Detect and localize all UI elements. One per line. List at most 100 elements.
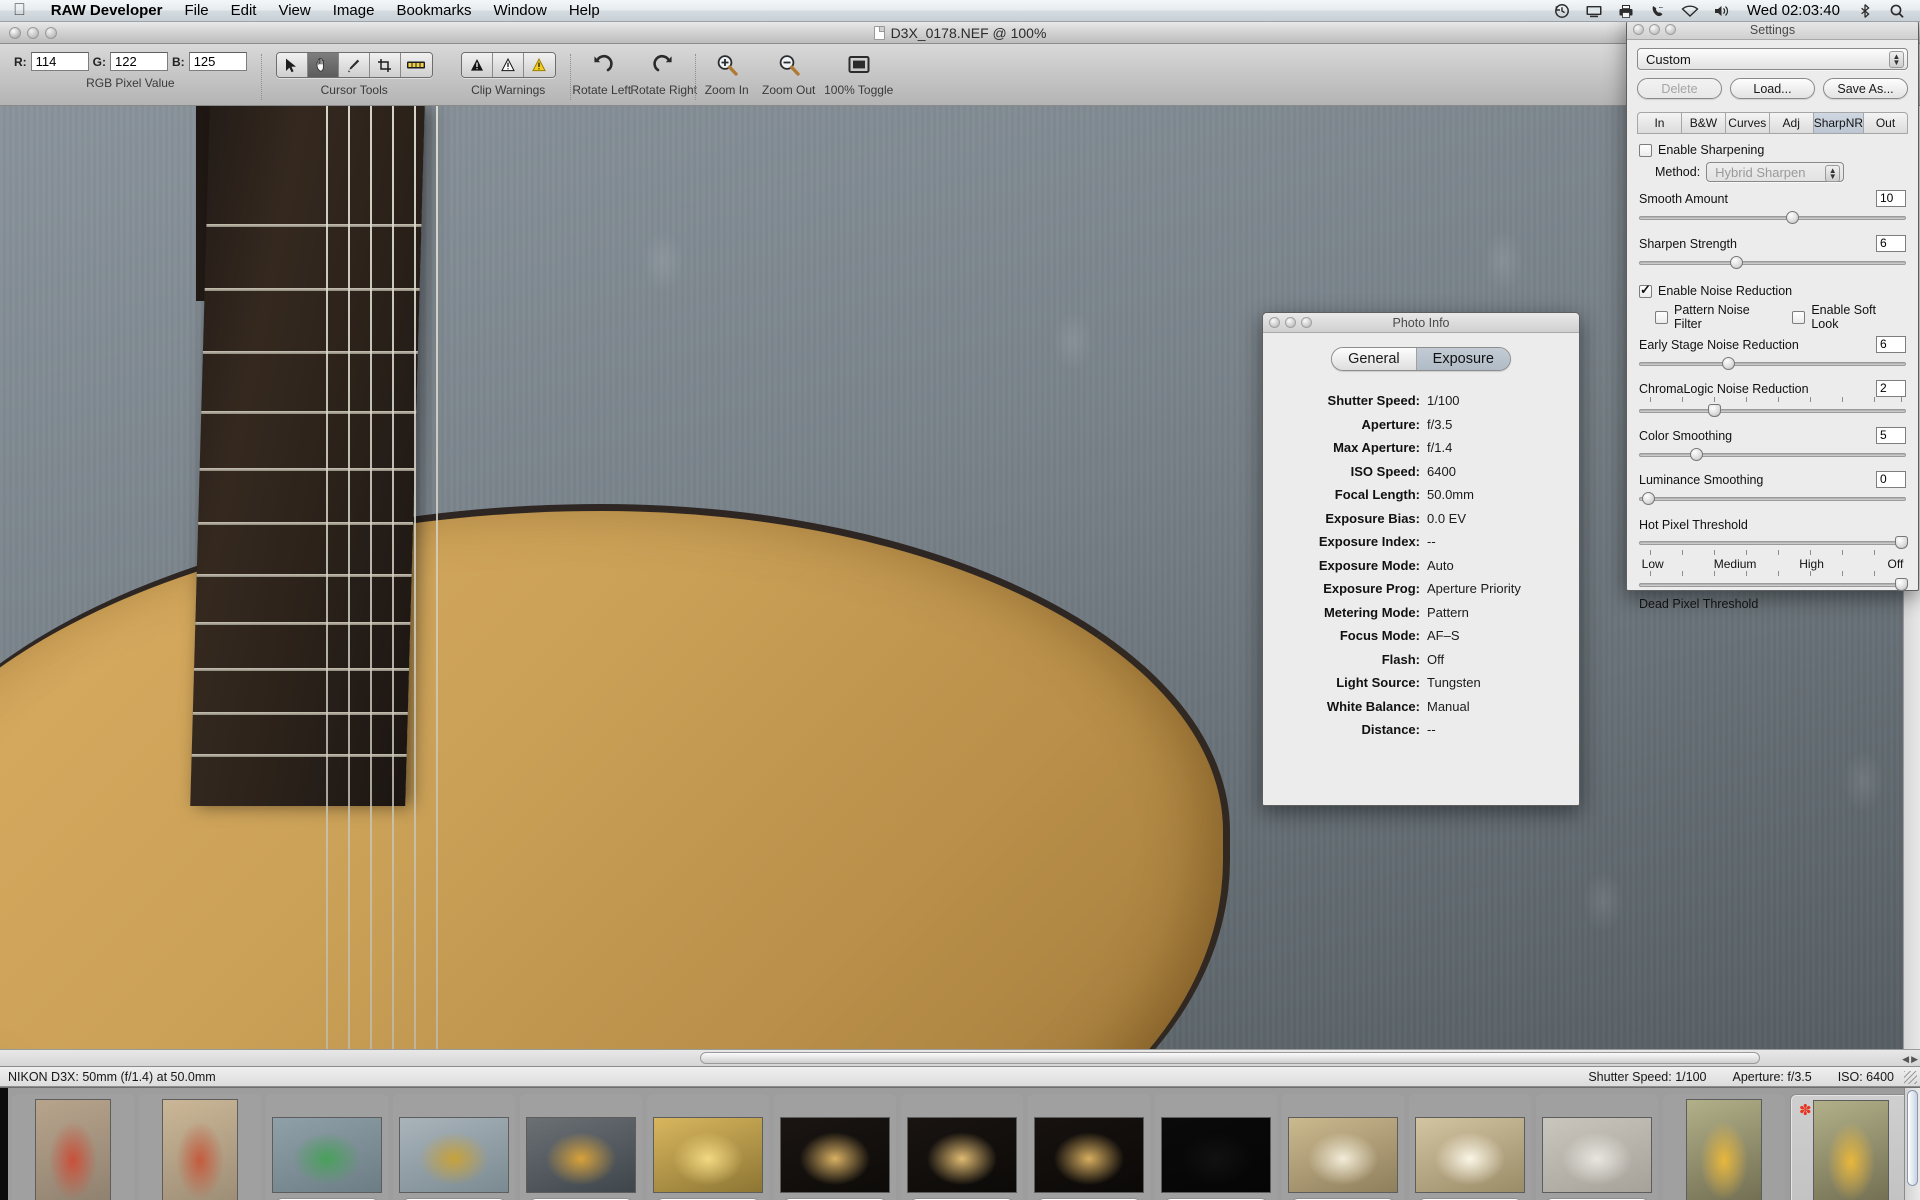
delete-preset-button[interactable]: Delete	[1637, 78, 1722, 99]
photo-info-close-button[interactable]	[1269, 317, 1280, 328]
tab-curves[interactable]: Curves	[1724, 112, 1769, 133]
time-machine-icon[interactable]	[1553, 3, 1571, 19]
settings-minimize-button[interactable]	[1649, 24, 1660, 35]
menu-window[interactable]: Window	[482, 2, 557, 19]
slider-knob[interactable]	[1785, 211, 1799, 224]
canvas-horizontal-scrollbar[interactable]: ◀ ▶	[0, 1049, 1920, 1066]
clip-warning-highlight-button[interactable]	[492, 53, 524, 77]
hot-pixel-threshold-slider[interactable]	[1639, 536, 1909, 550]
minimize-button[interactable]	[27, 27, 39, 39]
enable-noise-reduction-row[interactable]: Enable Noise Reduction	[1639, 282, 1906, 298]
filmstrip-thumbnail[interactable]: D3X_0172	[1028, 1094, 1150, 1200]
preset-popup-menu[interactable]: Custom ▲ ▼	[1637, 48, 1908, 70]
enable-sharpening-row[interactable]: Enable Sharpening	[1639, 143, 1906, 157]
zoom-out-button[interactable]: Zoom Out	[758, 52, 820, 97]
enable-noise-reduction-checkbox[interactable]	[1639, 282, 1652, 298]
chromalogic-nr-value[interactable]: 2	[1876, 380, 1906, 397]
slider-knob[interactable]	[1895, 536, 1909, 549]
filmstrip-vscroll-thumb[interactable]	[1907, 1090, 1918, 1186]
slider-knob[interactable]	[1895, 578, 1909, 591]
load-preset-button[interactable]: Load...	[1730, 78, 1815, 99]
early-stage-nr-slider[interactable]	[1639, 357, 1906, 371]
dead-pixel-threshold-slider[interactable]	[1639, 578, 1909, 592]
display-icon[interactable]	[1585, 3, 1603, 19]
rotate-left-button[interactable]: Rotate Left	[571, 52, 633, 97]
tab-exposure[interactable]: Exposure	[1416, 348, 1510, 370]
filmstrip-thumbnail[interactable]: ✽D3X_0178	[1790, 1094, 1904, 1200]
filmstrip-thumbnail[interactable]: D3X_0167	[393, 1094, 515, 1200]
slider-knob[interactable]	[1721, 357, 1735, 370]
filmstrip-thumbnail[interactable]: D3X_0173	[1155, 1094, 1277, 1200]
menu-edit[interactable]: Edit	[220, 2, 268, 19]
settings-titlebar[interactable]: Settings	[1627, 20, 1918, 40]
menu-bookmarks[interactable]: Bookmarks	[385, 2, 482, 19]
filmstrip-vertical-scrollbar[interactable]: ▲ ▼	[1904, 1088, 1920, 1200]
filmstrip-thumbnail[interactable]: D3X_0168	[520, 1094, 642, 1200]
canvas-scroll-arrows[interactable]: ◀ ▶	[1902, 1054, 1918, 1065]
wifi-icon[interactable]	[1681, 3, 1699, 19]
photo-info-zoom-button[interactable]	[1301, 317, 1312, 328]
menu-file[interactable]: File	[173, 2, 219, 19]
filmstrip-thumbnails[interactable]: D3X_0164D3X_0165D3X_0166D3X_0167D3X_0168…	[8, 1088, 1904, 1200]
apple-logo-icon[interactable]: 	[0, 1, 40, 18]
toggle-100-button[interactable]: 100% Toggle	[820, 52, 898, 97]
bluetooth-icon[interactable]	[1856, 3, 1874, 19]
sharpen-strength-slider[interactable]	[1639, 256, 1906, 270]
hand-tool-button[interactable]	[307, 53, 339, 77]
filmstrip-thumbnail[interactable]: D3X_0177	[1663, 1094, 1785, 1200]
menu-app-name[interactable]: RAW Developer	[40, 2, 174, 19]
photo-info-minimize-button[interactable]	[1285, 317, 1296, 328]
filmstrip-thumbnail[interactable]: D3X_0170	[774, 1094, 896, 1200]
scroll-left-arrow-icon[interactable]: ◀	[1902, 1054, 1909, 1065]
filmstrip-thumbnail[interactable]: D3X_0169	[647, 1094, 769, 1200]
tab-sharpnr[interactable]: SharpNR	[1812, 112, 1864, 133]
color-smoothing-slider[interactable]	[1639, 448, 1906, 462]
photo-info-titlebar[interactable]: Photo Info	[1263, 313, 1579, 333]
enable-sharpening-checkbox[interactable]	[1639, 143, 1652, 157]
filmstrip-thumbnail[interactable]: D3X_0175	[1409, 1094, 1531, 1200]
rgb-field-g[interactable]: 122	[110, 52, 169, 71]
filmstrip-thumbnail[interactable]: D3X_0171	[901, 1094, 1023, 1200]
sharpen-strength-value[interactable]: 6	[1876, 235, 1906, 252]
slider-knob[interactable]	[1708, 404, 1722, 417]
rgb-field-r[interactable]: 114	[30, 52, 89, 71]
arrow-tool-button[interactable]	[276, 53, 308, 77]
smooth-amount-value[interactable]: 10	[1876, 190, 1906, 207]
slider-knob[interactable]	[1689, 448, 1703, 461]
filmstrip-thumbnail[interactable]: D3X_0176	[1536, 1094, 1658, 1200]
filmstrip-thumbnail[interactable]: D3X_0165	[139, 1094, 261, 1200]
printer-icon[interactable]	[1617, 3, 1635, 19]
slider-knob[interactable]	[1641, 492, 1655, 505]
volume-icon[interactable]	[1713, 3, 1731, 19]
photo-info-palette[interactable]: Photo Info General Exposure Shutter Spee…	[1262, 312, 1580, 806]
menu-view[interactable]: View	[267, 2, 321, 19]
menu-help[interactable]: Help	[558, 2, 611, 19]
rotate-right-button[interactable]: Rotate Right	[630, 52, 697, 97]
crop-tool-button[interactable]	[369, 53, 401, 77]
clip-warning-both-button[interactable]	[523, 53, 555, 77]
filmstrip-thumbnail[interactable]: D3X_0166	[266, 1094, 388, 1200]
luminance-smoothing-value[interactable]: 0	[1876, 471, 1906, 488]
eyedropper-tool-button[interactable]	[338, 53, 370, 77]
luminance-smoothing-slider[interactable]	[1639, 492, 1906, 506]
chromalogic-nr-slider[interactable]	[1639, 404, 1906, 418]
pattern-noise-filter-checkbox[interactable]	[1655, 310, 1668, 324]
save-as-preset-button[interactable]: Save As...	[1823, 78, 1908, 99]
sharpen-method-popup[interactable]: Hybrid Sharpen ▲ ▼	[1706, 162, 1845, 182]
search-icon[interactable]	[1888, 3, 1906, 19]
filmstrip-thumbnail[interactable]: D3X_0174	[1282, 1094, 1404, 1200]
window-resize-grip[interactable]	[1904, 1071, 1917, 1084]
smooth-amount-slider[interactable]	[1639, 211, 1906, 225]
canvas-hscroll-thumb[interactable]	[700, 1052, 1760, 1064]
early-stage-nr-value[interactable]: 6	[1876, 336, 1906, 353]
tab-general[interactable]: General	[1332, 348, 1417, 370]
zoom-button[interactable]	[45, 27, 57, 39]
settings-zoom-button[interactable]	[1665, 24, 1676, 35]
tab-in[interactable]: In	[1637, 112, 1681, 133]
tab-out[interactable]: Out	[1863, 112, 1908, 133]
color-smoothing-value[interactable]: 5	[1876, 427, 1906, 444]
settings-palette[interactable]: Settings Custom ▲ ▼ Delete Load... Save A…	[1626, 19, 1919, 611]
settings-close-button[interactable]	[1633, 24, 1644, 35]
clip-warning-shadow-button[interactable]	[461, 53, 493, 77]
slider-knob[interactable]	[1729, 256, 1743, 269]
